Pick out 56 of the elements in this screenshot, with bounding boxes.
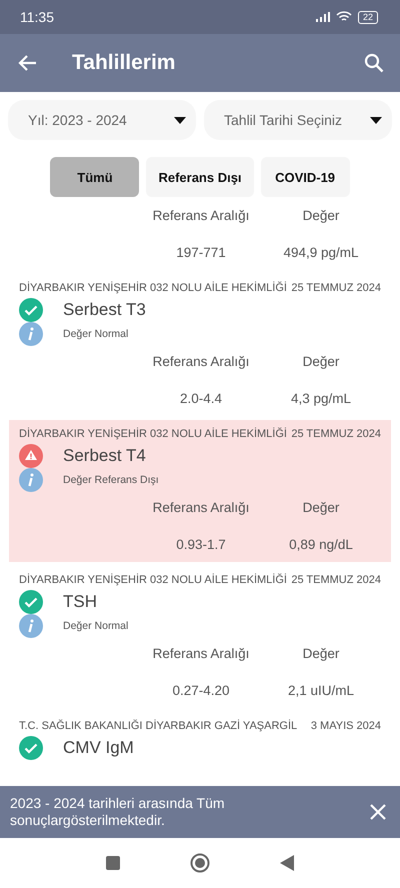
- signal-icon: [316, 12, 330, 22]
- reference-range: 197-771: [175, 245, 227, 260]
- result-value: 494,9 pg/mL: [282, 245, 360, 260]
- info-icon: [19, 614, 43, 638]
- institution-name: DİYARBAKIR YENİŞEHİR 032 NOLU AİLE HEKİMLİĞİ: [19, 428, 287, 440]
- filter-chip[interactable]: Referans Dışı: [146, 157, 254, 197]
- info-icon: [19, 468, 43, 492]
- filter-chip[interactable]: COVID-19: [260, 157, 350, 197]
- info-icon: [19, 322, 43, 346]
- filter-dropdown[interactable]: Yıl: 2023 - 2024: [8, 100, 196, 140]
- result-date: 25 TEMMUZ 2024: [291, 282, 381, 294]
- column-label: Referans Aralığı: [152, 646, 250, 661]
- result-status: Değer Normal: [63, 620, 128, 632]
- back-nav-button[interactable]: [280, 855, 294, 871]
- column-label: Referans Aralığı: [152, 500, 250, 515]
- battery-level: 22: [358, 10, 378, 24]
- institution-name: T.C. SAĞLIK BAKANLIĞI DİYARBAKIR GAZİ YAŞARGİL: [19, 720, 298, 732]
- check-icon: [19, 590, 43, 614]
- check-icon: [19, 298, 43, 322]
- filter-chip[interactable]: Tümü: [50, 157, 140, 197]
- result-status: Değer Referans Dışı: [63, 474, 159, 486]
- close-button[interactable]: [370, 804, 386, 820]
- result-date: 25 TEMMUZ 2024: [291, 428, 381, 440]
- home-button[interactable]: [190, 853, 210, 873]
- result-status: Değer Normal: [63, 328, 128, 340]
- test-name: Serbest T4: [63, 446, 146, 466]
- result-value: 4,3 pg/mL: [290, 391, 352, 406]
- test-name: Serbest T3: [63, 300, 146, 320]
- column-label: Değer: [302, 500, 340, 515]
- reference-range: 0.93-1.7: [175, 537, 227, 552]
- snackbar-message: 2023 - 2024 tarihleri arasında Tüm sonuçlargösterilmektedir.: [10, 795, 226, 829]
- column-label: Referans Aralığı: [152, 208, 250, 223]
- column-label: Değer: [302, 646, 340, 661]
- column-label: Referans Aralığı: [152, 354, 250, 369]
- result-value: 2,1 uIU/mL: [286, 683, 356, 698]
- page-title: Tahlillerim: [72, 51, 176, 75]
- dropdown-caret-icon: [370, 116, 382, 124]
- test-name: CMV IgM: [63, 738, 134, 758]
- search-button[interactable]: [364, 53, 384, 73]
- dropdown-caret-icon: [174, 116, 186, 124]
- institution-name: DİYARBAKIR YENİŞEHİR 032 NOLU AİLE HEKİMLİĞİ: [19, 574, 287, 586]
- status-time: 11:35: [20, 9, 54, 25]
- wifi-icon: [336, 11, 352, 23]
- reference-range: 0.27-4.20: [171, 683, 231, 698]
- institution-name: DİYARBAKIR YENİŞEHİR 032 NOLU AİLE HEKİMLİĞİ: [19, 282, 287, 294]
- column-label: Değer: [302, 354, 340, 369]
- result-date: 25 TEMMUZ 2024: [291, 574, 381, 586]
- test-name: TSH: [63, 592, 97, 612]
- warning-icon: [19, 444, 43, 468]
- result-date: 3 MAYIS 2024: [310, 720, 381, 732]
- back-button[interactable]: [18, 53, 38, 73]
- check-icon: [19, 736, 43, 760]
- result-value: 0,89 ng/dL: [288, 537, 354, 552]
- column-label: Değer: [302, 208, 340, 223]
- filter-dropdown[interactable]: Tahlil Tarihi Seçiniz: [204, 100, 392, 140]
- reference-range: 2.0-4.4: [178, 391, 224, 406]
